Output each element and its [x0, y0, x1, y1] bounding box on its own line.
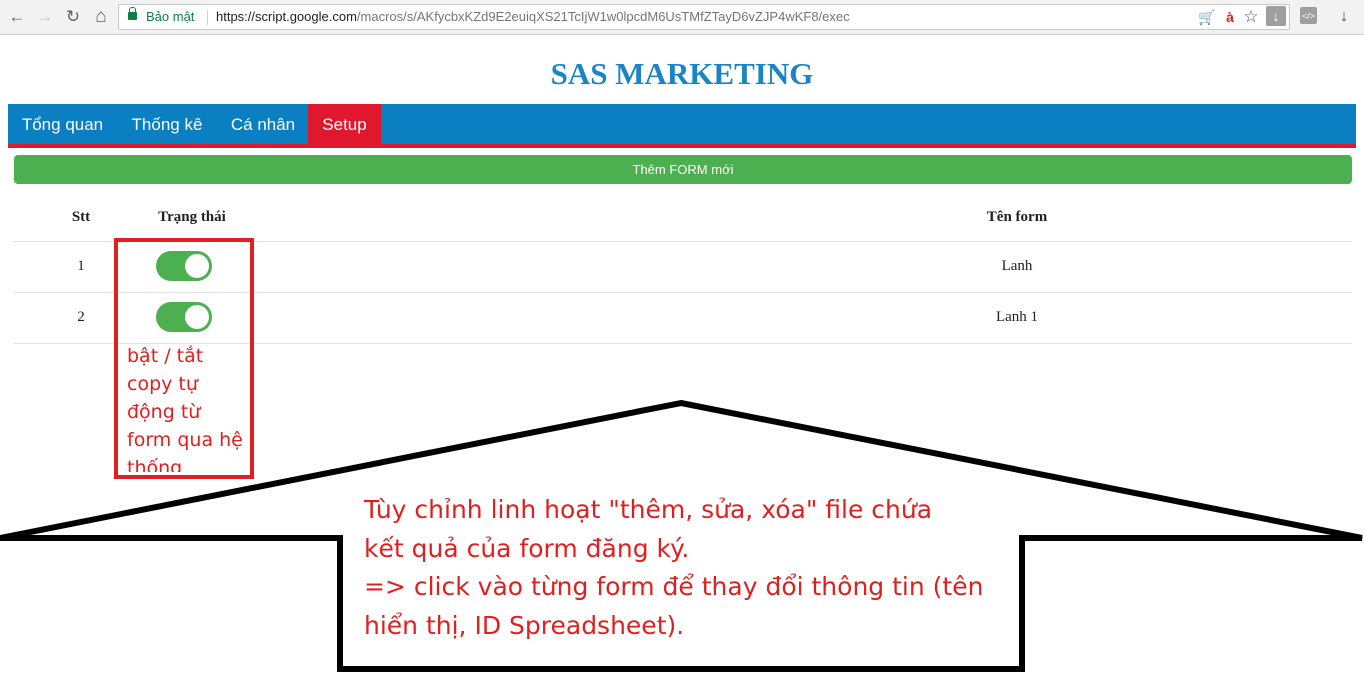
callout-annotation-line: kết quả của form đăng ký.	[364, 533, 690, 563]
callout-annotation: Tùy chỉnh linh hoạt "thêm, sửa, xóa" fil…	[364, 491, 1014, 645]
callout-annotation-line: => click vào từng form để thay đổi thông…	[364, 572, 984, 601]
callout-annotation-line: Tùy chỉnh linh hoạt "thêm, sửa, xóa" fil…	[364, 495, 933, 524]
callout-annotation-line: hiển thị, ID Spreadsheet).	[364, 610, 685, 640]
